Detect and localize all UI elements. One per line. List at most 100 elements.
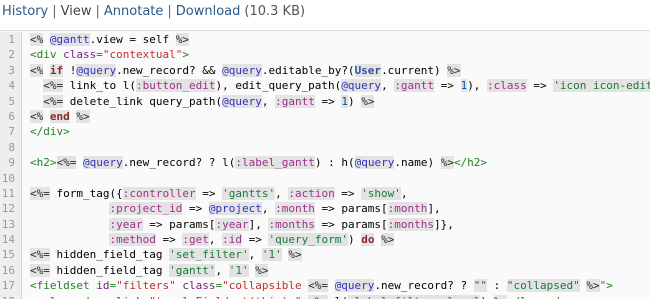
code-token: :action [288, 186, 335, 200]
code-line: 12 :project_id => @project, :month => pa… [0, 201, 650, 217]
code-token: end [49, 109, 70, 123]
code-token: 'query_form' [268, 233, 348, 247]
code-token: ) [480, 295, 493, 299]
code-line: 4 <%= link_to l(:button_edit), edit_quer… [0, 78, 650, 94]
code-token: ) [347, 233, 362, 247]
code-token: <%= [308, 294, 329, 299]
code-token: <fieldset [30, 279, 97, 293]
code-token: => [526, 79, 554, 93]
code-token: <%= [43, 79, 64, 93]
line-number[interactable]: 1 [0, 32, 22, 48]
code-line: 13 :year => params[:year], :months => pa… [0, 216, 650, 233]
line-number[interactable]: 10 [0, 170, 22, 186]
line-source: <%= link_to l(:button_edit), edit_query_… [22, 78, 650, 93]
code-line: 15 <%= hidden_field_tag 'set_filter', '1'… [0, 247, 650, 263]
annotate-link[interactable]: Annotate [104, 4, 163, 19]
code-token: @query [83, 156, 123, 170]
view-current-label: View [60, 4, 92, 19]
download-link[interactable]: Download [176, 4, 241, 19]
code-token: %> [361, 94, 375, 108]
code-token: @gantt [49, 33, 90, 46]
code-token: :label_gantt [235, 156, 315, 170]
code-token: ) : h( [314, 156, 355, 170]
code-line: 6 <% end %> [0, 108, 650, 125]
code-token: ) [347, 94, 362, 108]
code-line: 16 <%= hidden_field_tag 'gantt', '1' %> [0, 262, 650, 279]
code-token: "filters" [116, 279, 176, 293]
line-number[interactable]: 9 [0, 155, 22, 171]
code-token: 'gantts' [222, 186, 276, 200]
line-number[interactable]: 11 [0, 185, 22, 202]
code-token: @query [222, 94, 262, 108]
code-line: 5 <%= delete_link query_path(@query, :ga… [0, 93, 650, 109]
line-number[interactable]: 12 [0, 201, 22, 217]
line-number[interactable]: 2 [0, 47, 22, 63]
code-token: :project_id [109, 202, 183, 216]
line-number[interactable]: 14 [0, 232, 22, 248]
code-token: %> [175, 33, 189, 46]
code-line: 9 <h2><%= @query.new_record? ? l(:label_g… [0, 155, 650, 171]
code-token: => [314, 94, 342, 108]
history-link[interactable]: History [2, 4, 48, 19]
code-token: 1 [341, 94, 348, 108]
code-token: <legend [43, 295, 96, 299]
line-number[interactable]: 18 [0, 293, 22, 299]
line-source: <div class="contextual"> [22, 47, 650, 62]
code-token: , [208, 233, 223, 247]
code-token: id [96, 279, 110, 293]
line-number[interactable]: 15 [0, 247, 22, 263]
code-token: :class [487, 79, 527, 93]
code-token: %> [76, 109, 90, 123]
code-token: 'icon icon-edit' [553, 79, 650, 93]
code-token: <%= [30, 248, 50, 262]
code-token: form_tag({ [49, 186, 123, 200]
code-token: '1' [228, 263, 249, 277]
code-token: </h2> [453, 156, 488, 170]
line-number[interactable]: 16 [0, 262, 22, 279]
line-number[interactable]: 7 [0, 124, 22, 140]
line-number[interactable]: 13 [0, 216, 22, 233]
code-token: , [275, 186, 289, 200]
line-source: :method => :get, :id => 'query_form') do… [22, 232, 650, 247]
line-source: :project_id => @project, :month => param… [22, 201, 650, 216]
line-number[interactable]: 4 [0, 78, 22, 94]
code-token: .new_record? ? [374, 279, 474, 293]
code-token: <%= [30, 186, 50, 200]
line-number[interactable]: 3 [0, 62, 22, 79]
line-source: <%= hidden_field_tag 'set_filter', '1' %… [22, 247, 650, 262]
code-token: <% [30, 63, 44, 77]
nav-separator: | [52, 4, 57, 19]
code-token: @query [354, 156, 395, 170]
code-line: 1 <% @gantt.view = self %> [0, 32, 650, 48]
code-line: 7 </div> [0, 124, 650, 140]
code-token: %> [381, 233, 395, 247]
code-line: 3 <% if !@query.new_record? && @query.edi… [0, 62, 650, 79]
code-token: ], [248, 217, 269, 231]
code-token: , [400, 186, 408, 200]
code-token: </legend> [507, 295, 567, 299]
code-token: onclick [96, 295, 142, 299]
line-number[interactable]: 6 [0, 108, 22, 125]
code-token: if [49, 63, 64, 77]
code-token: <% [30, 109, 44, 123]
code-token: > [182, 48, 189, 62]
line-number[interactable]: 5 [0, 93, 22, 109]
code-token: > [606, 279, 613, 293]
code-token: <%= [308, 279, 329, 293]
code-token: , [248, 248, 262, 262]
line-number[interactable]: 8 [0, 139, 22, 156]
code-token: => params[ [314, 217, 388, 231]
code-token: :label_filter_plural [347, 294, 481, 299]
line-number[interactable]: 17 [0, 278, 22, 294]
code-token: => [195, 186, 223, 200]
code-token: => [241, 233, 269, 247]
